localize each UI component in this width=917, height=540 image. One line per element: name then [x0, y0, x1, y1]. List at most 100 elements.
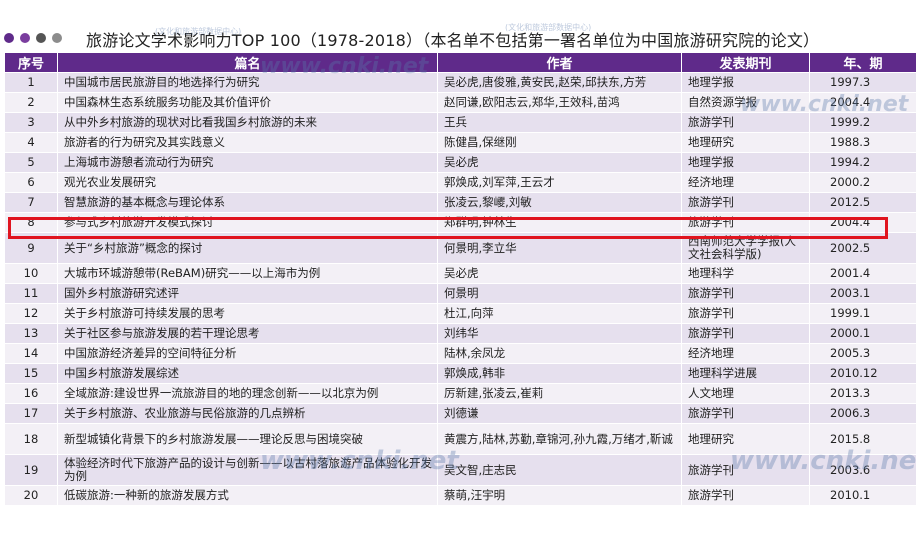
table-row: 12 关于乡村旅游可持续发展的思考 杜江,向萍 旅游学刊 1999.1 [4, 303, 917, 324]
cell-journal: 旅游学刊 [681, 303, 810, 324]
table-row: 8 参与式乡村旅游开发模式探讨 郑群明,钟林生 旅游学刊 2004.4 [4, 212, 917, 233]
cell-authors: 黄震方,陆林,苏勤,章锦河,孙九霞,万绪才,靳诚 [437, 423, 682, 455]
dot-icon [20, 33, 30, 43]
cell-number: 8 [4, 212, 58, 233]
dot-icon [4, 33, 14, 43]
cell-number: 1 [4, 72, 58, 93]
cell-year: 2013.3 [809, 383, 917, 404]
cell-journal: 地理研究 [681, 132, 810, 153]
cell-authors: 郑群明,钟林生 [437, 212, 682, 233]
slide-header: 旅游论文学术影响力TOP 100（1978-2018）（本名单不包括第一署名单位… [0, 0, 917, 50]
cell-journal: 地理学报 [681, 152, 810, 173]
cell-year: 2002.5 [809, 232, 917, 264]
cell-authors: 郭焕成,韩非 [437, 363, 682, 384]
table-row: 10 大城市环城游憩带(ReBAM)研究——以上海市为例 吴必虎 地理科学 2001.4 [4, 263, 917, 284]
cell-title: 体验经济时代下旅游产品的设计与创新——以古村落旅游产品体验化开发为例 [57, 454, 438, 486]
cell-title: 中国旅游经济差异的空间特征分析 [57, 343, 438, 364]
cell-authors: 郭焕成,刘军萍,王云才 [437, 172, 682, 193]
cell-title: 新型城镇化背景下的乡村旅游发展——理论反思与困境突破 [57, 423, 438, 455]
cell-authors: 赵同谦,欧阳志云,郑华,王效科,苗鸿 [437, 92, 682, 113]
cell-year: 2015.8 [809, 423, 917, 455]
table-row: 3 从中外乡村旅游的现状对比看我国乡村旅游的未来 王兵 旅游学刊 1999.2 [4, 112, 917, 133]
cell-journal: 旅游学刊 [681, 323, 810, 344]
cell-number: 6 [4, 172, 58, 193]
cell-journal: 旅游学刊 [681, 112, 810, 133]
cell-number: 20 [4, 485, 58, 506]
cell-journal: 地理学报 [681, 72, 810, 93]
table-row: 15 中国乡村旅游发展综述 郭焕成,韩非 地理科学进展 2010.12 [4, 363, 917, 384]
column-header-no: 序号 [4, 52, 58, 73]
dot-icon [52, 33, 62, 43]
cell-number: 7 [4, 192, 58, 213]
cell-authors: 蔡萌,汪宇明 [437, 485, 682, 506]
cell-number: 13 [4, 323, 58, 344]
cell-year: 2003.6 [809, 454, 917, 486]
table-row: 13 关于社区参与旅游发展的若干理论思考 刘纬华 旅游学刊 2000.1 [4, 323, 917, 344]
table-header-row: 序号 篇名 作者 发表期刊 年、期 [4, 52, 917, 73]
table-body: 1 中国城市居民旅游目的地选择行为研究 吴必虎,唐俊雅,黄安民,赵荣,邱扶东,方芳地… [4, 72, 917, 506]
cell-authors: 张凌云,黎巎,刘敏 [437, 192, 682, 213]
cell-journal: 地理科学进展 [681, 363, 810, 384]
cell-number: 11 [4, 283, 58, 304]
cell-authors: 刘纬华 [437, 323, 682, 344]
column-header-year: 年、期 [809, 52, 917, 73]
cell-number: 4 [4, 132, 58, 153]
cell-title: 观光农业发展研究 [57, 172, 438, 193]
cell-title: 从中外乡村旅游的现状对比看我国乡村旅游的未来 [57, 112, 438, 133]
cell-title: 中国森林生态系统服务功能及其价值评价 [57, 92, 438, 113]
cell-journal: 旅游学刊 [681, 403, 810, 424]
cell-year: 1999.2 [809, 112, 917, 133]
table-row: 9 关于“乡村旅游”概念的探讨 何景明,李立华 西南师范大学学报(人文社会科学版) 20… [4, 232, 917, 264]
cell-number: 2 [4, 92, 58, 113]
cell-year: 2003.1 [809, 283, 917, 304]
cell-number: 17 [4, 403, 58, 424]
papers-table: 序号 篇名 作者 发表期刊 年、期 1 中国城市居民旅游目的地选择行为研究 吴必虎,… [4, 52, 917, 506]
table-row: 16 全域旅游:建设世界一流旅游目的地的理念创新——以北京为例 厉新建,张凌云,崔莉… [4, 383, 917, 404]
decorative-dots [4, 33, 62, 43]
cell-number: 5 [4, 152, 58, 173]
cell-title: 关于“乡村旅游”概念的探讨 [57, 232, 438, 264]
cell-year: 1999.1 [809, 303, 917, 324]
cell-journal: 旅游学刊 [681, 485, 810, 506]
cell-journal: 旅游学刊 [681, 212, 810, 233]
cell-journal: 经济地理 [681, 343, 810, 364]
cell-title: 参与式乡村旅游开发模式探讨 [57, 212, 438, 233]
cell-number: 14 [4, 343, 58, 364]
cell-number: 19 [4, 454, 58, 486]
cell-year: 2006.3 [809, 403, 917, 424]
cell-title: 智慧旅游的基本概念与理论体系 [57, 192, 438, 213]
cell-title: 大城市环城游憩带(ReBAM)研究——以上海市为例 [57, 263, 438, 284]
cell-authors: 吴必虎,唐俊雅,黄安民,赵荣,邱扶东,方芳 [437, 72, 682, 93]
cell-title: 旅游者的行为研究及其实践意义 [57, 132, 438, 153]
cell-number: 18 [4, 423, 58, 455]
cell-title: 中国乡村旅游发展综述 [57, 363, 438, 384]
table-row: 17 关于乡村旅游、农业旅游与民俗旅游的几点辨析 刘德谦 旅游学刊 2006.3 [4, 403, 917, 424]
table-row: 2 中国森林生态系统服务功能及其价值评价 赵同谦,欧阳志云,郑华,王效科,苗鸿 自然资… [4, 92, 917, 113]
cell-journal: 旅游学刊 [681, 192, 810, 213]
cell-journal: 旅游学刊 [681, 454, 810, 486]
cell-authors: 何景明 [437, 283, 682, 304]
cell-journal: 地理研究 [681, 423, 810, 455]
cell-authors: 吴必虎 [437, 152, 682, 173]
cell-authors: 王兵 [437, 112, 682, 133]
cell-authors: 吴文智,庄志民 [437, 454, 682, 486]
cell-number: 9 [4, 232, 58, 264]
dot-icon [36, 33, 46, 43]
cell-title: 国外乡村旅游研究述评 [57, 283, 438, 304]
cell-year: 1988.3 [809, 132, 917, 153]
cell-year: 2005.3 [809, 343, 917, 364]
column-header-authors: 作者 [437, 52, 682, 73]
cell-journal: 自然资源学报 [681, 92, 810, 113]
table-row: 4 旅游者的行为研究及其实践意义 陈健昌,保继刚 地理研究 1988.3 [4, 132, 917, 153]
cell-authors: 杜江,向萍 [437, 303, 682, 324]
cell-title: 关于乡村旅游可持续发展的思考 [57, 303, 438, 324]
cell-year: 2004.4 [809, 92, 917, 113]
cell-number: 10 [4, 263, 58, 284]
cell-journal: 经济地理 [681, 172, 810, 193]
cell-year: 2000.2 [809, 172, 917, 193]
table-row: 19 体验经济时代下旅游产品的设计与创新——以古村落旅游产品体验化开发为例 吴文智,… [4, 454, 917, 486]
cell-title: 关于社区参与旅游发展的若干理论思考 [57, 323, 438, 344]
cell-journal: 人文地理 [681, 383, 810, 404]
cell-number: 3 [4, 112, 58, 133]
cell-journal: 旅游学刊 [681, 283, 810, 304]
